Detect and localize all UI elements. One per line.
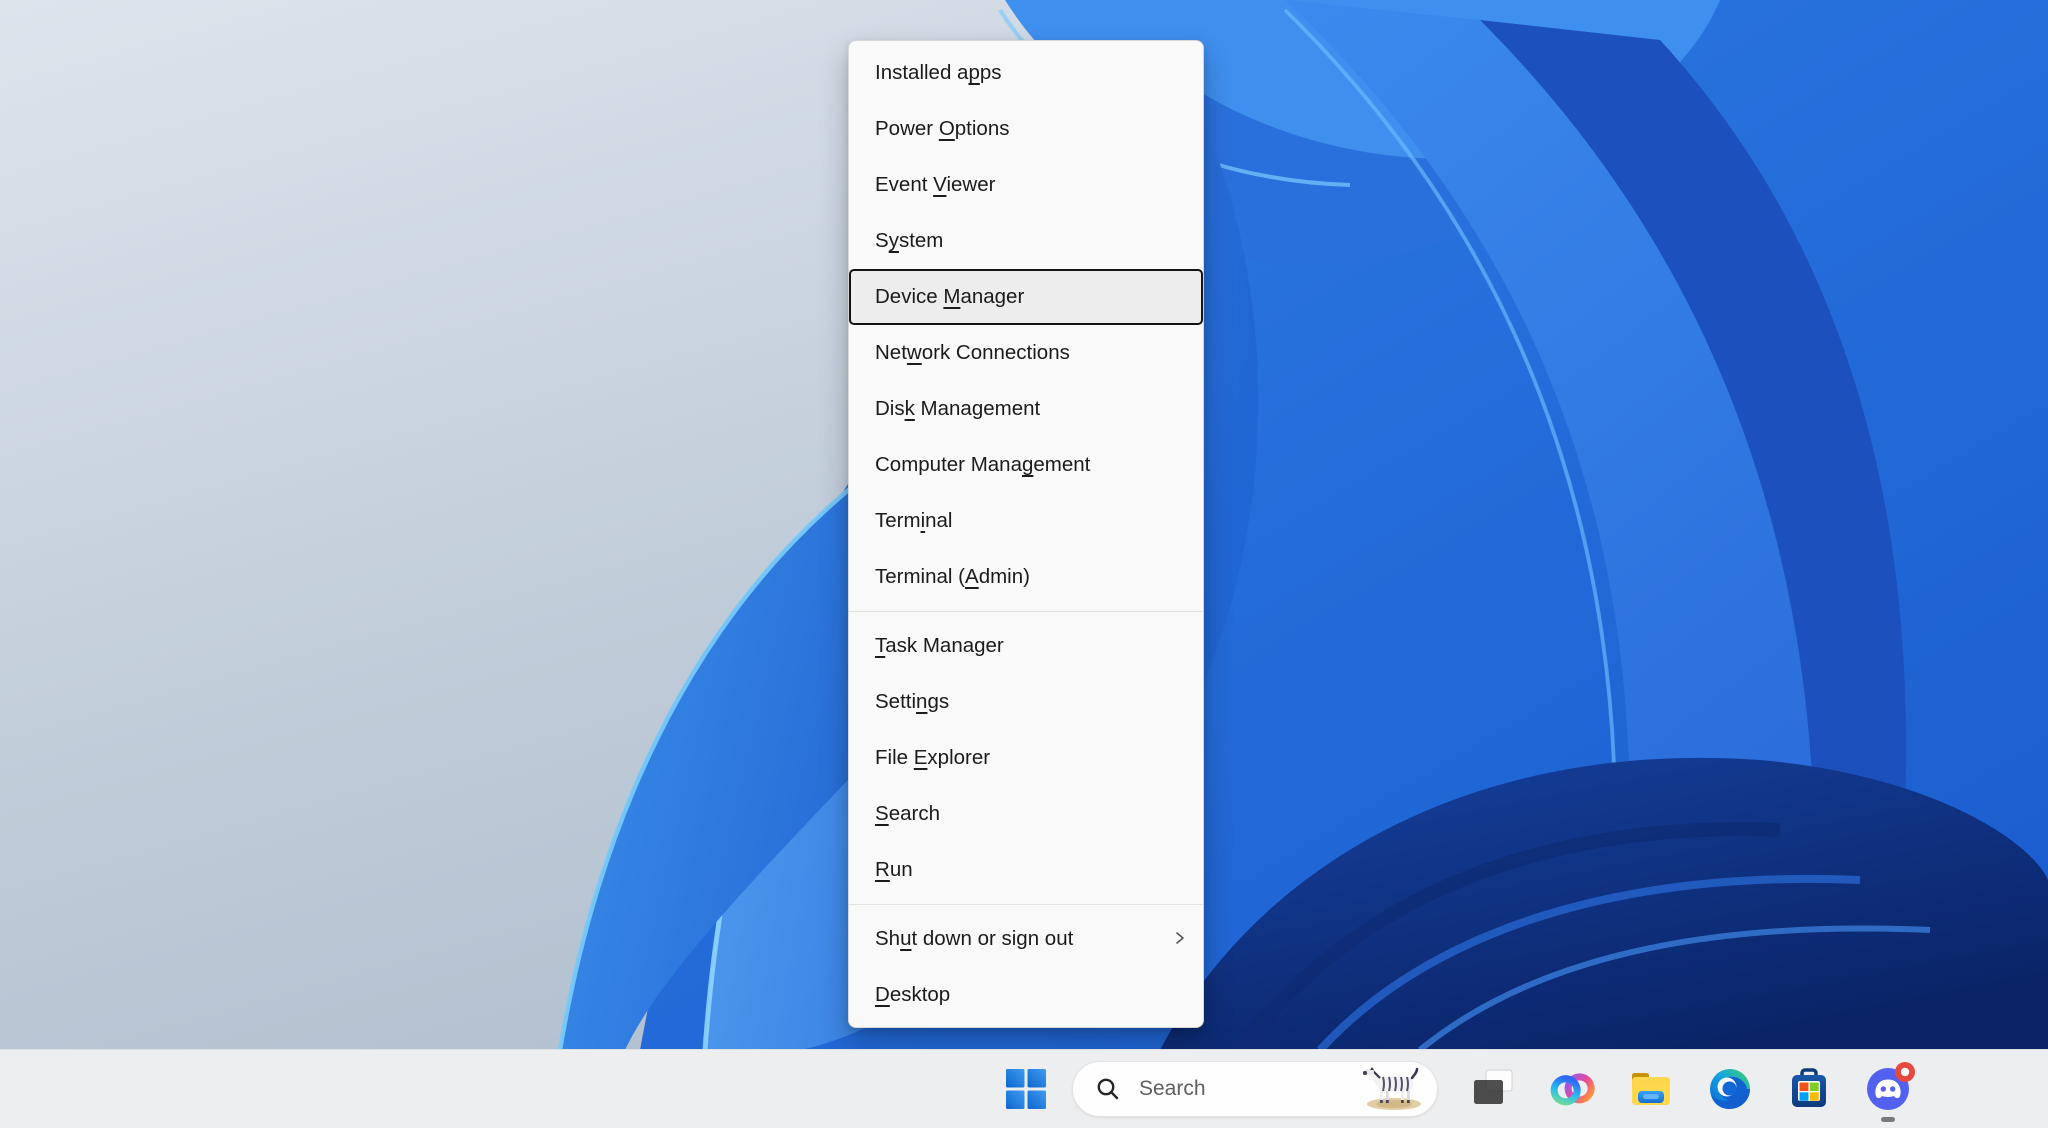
menu-item-disk-management[interactable]: Disk Management (849, 381, 1203, 437)
discord-button[interactable] (1864, 1062, 1915, 1122)
menu-item-event-viewer[interactable]: Event Viewer (849, 157, 1203, 213)
menu-item-label: System (875, 229, 944, 252)
menu-item-label: Disk Management (875, 397, 1041, 420)
menu-item-power-options[interactable]: Power Options (849, 101, 1203, 157)
menu-item-label: Search (875, 802, 940, 825)
windows-logo-icon (1006, 1069, 1046, 1109)
microsoft-store-icon (1792, 1068, 1826, 1107)
submenu-chevron-icon (1173, 927, 1187, 951)
edge-icon (1710, 1069, 1750, 1109)
menu-item-network-connections[interactable]: Network Connections (849, 325, 1203, 381)
menu-item-label: Run (875, 858, 913, 881)
menu-item-label: Terminal (Admin) (875, 565, 1030, 588)
menu-item-label: Shut down or sign out (875, 927, 1074, 950)
edge-button[interactable] (1706, 1065, 1754, 1113)
menu-item-settings[interactable]: Settings (849, 674, 1203, 730)
menu-item-label: Desktop (875, 983, 951, 1006)
menu-item-label: Task Manager (875, 634, 1004, 657)
menu-item-system[interactable]: System (849, 213, 1203, 269)
menu-item-terminal[interactable]: Terminal (849, 493, 1203, 549)
menu-item-computer-management[interactable]: Computer Management (849, 437, 1203, 493)
search-icon (1095, 1076, 1121, 1102)
menu-item-label: Power Options (875, 117, 1010, 140)
menu-separator (849, 904, 1203, 905)
microsoft-store-button[interactable] (1785, 1065, 1833, 1113)
search-input[interactable]: Search (1072, 1061, 1438, 1117)
menu-item-shut-down-or-sign-out[interactable]: Shut down or sign out (849, 911, 1203, 967)
running-app-indicator (1881, 1117, 1895, 1122)
zebra-icon[interactable] (1359, 1062, 1429, 1112)
menu-item-run[interactable]: Run (849, 842, 1203, 898)
desktop: Installed apps Power Options Event Viewe… (0, 0, 2048, 1128)
menu-item-label: Device Manager (875, 285, 1025, 308)
task-view-icon (1474, 1069, 1513, 1104)
menu-item-label: Settings (875, 690, 950, 713)
file-explorer-button[interactable] (1627, 1065, 1675, 1113)
menu-item-label: Installed apps (875, 61, 1002, 84)
menu-item-label: Computer Management (875, 453, 1091, 476)
menu-item-task-manager[interactable]: Task Manager (849, 618, 1203, 674)
menu-item-device-manager[interactable]: Device Manager (849, 269, 1203, 325)
notification-badge (1894, 1061, 1916, 1088)
menu-item-file-explorer[interactable]: File Explorer (849, 730, 1203, 786)
copilot-icon (1550, 1073, 1595, 1106)
menu-item-desktop[interactable]: Desktop (849, 967, 1203, 1023)
menu-separator (849, 611, 1203, 612)
menu-item-terminal-admin[interactable]: Terminal (Admin) (849, 549, 1203, 605)
file-explorer-icon (1632, 1073, 1670, 1105)
menu-item-label: File Explorer (875, 746, 991, 769)
menu-item-label: Network Connections (875, 341, 1070, 364)
copilot-button[interactable] (1548, 1065, 1596, 1113)
menu-item-search[interactable]: Search (849, 786, 1203, 842)
task-view-button[interactable] (1469, 1065, 1517, 1113)
taskbar-cluster: Search (1002, 1050, 1915, 1128)
menu-item-label: Event Viewer (875, 173, 996, 196)
menu-item-label: Terminal (875, 509, 953, 532)
menu-item-installed-apps[interactable]: Installed apps (849, 45, 1203, 101)
start-button[interactable] (1002, 1065, 1050, 1113)
context-menu: Installed apps Power Options Event Viewe… (848, 40, 1204, 1028)
taskbar: Search (0, 1049, 2048, 1128)
